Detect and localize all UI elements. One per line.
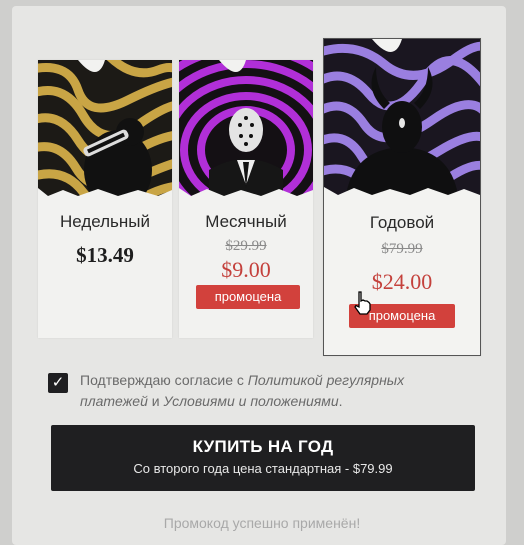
terms-link[interactable]: Условиями и положениями xyxy=(164,393,339,409)
buy-yearly-button[interactable]: КУПИТЬ НА ГОД Со второго года цена станд… xyxy=(51,425,475,491)
check-icon: ✓ xyxy=(51,374,65,391)
weekly-artwork xyxy=(38,60,172,196)
buy-button-subtitle: Со второго года цена стандартная - $79.9… xyxy=(133,461,393,476)
hand-cursor-icon xyxy=(352,290,374,316)
consent-conjunction: и xyxy=(147,393,164,409)
plan-name: Месячный xyxy=(205,212,287,231)
promo-success-message: Промокод успешно применён! xyxy=(163,515,361,531)
plan-promo-price: $24.00 xyxy=(371,269,433,294)
plan-card-weekly[interactable]: Недельный $13.49 xyxy=(38,60,172,338)
plan-old-price: $79.99 xyxy=(381,241,423,257)
promo-badge: промоцена xyxy=(196,285,300,309)
plan-old-price: $29.99 xyxy=(225,238,267,254)
plan-name: Недельный xyxy=(59,212,151,231)
monthly-artwork xyxy=(179,60,313,196)
plan-name: Годовой xyxy=(369,213,435,232)
plan-price: $13.49 xyxy=(76,243,134,267)
consent-text: Подтверждаю согласие с Политикой регуляр… xyxy=(80,370,450,412)
plan-card-monthly[interactable]: Месячный $29.99 $9.00 промоцена xyxy=(179,60,313,338)
plan-promo-price: $9.00 xyxy=(221,257,271,282)
yearly-artwork xyxy=(324,39,480,195)
consent-prefix: Подтверждаю согласие с xyxy=(80,372,248,388)
consent-checkbox[interactable]: ✓ xyxy=(48,373,68,393)
plan-card-yearly[interactable]: Годовой $79.99 $24.00 промоцена xyxy=(323,38,481,356)
buy-button-title: КУПИТЬ НА ГОД xyxy=(192,437,334,456)
consent-suffix: . xyxy=(338,393,343,409)
